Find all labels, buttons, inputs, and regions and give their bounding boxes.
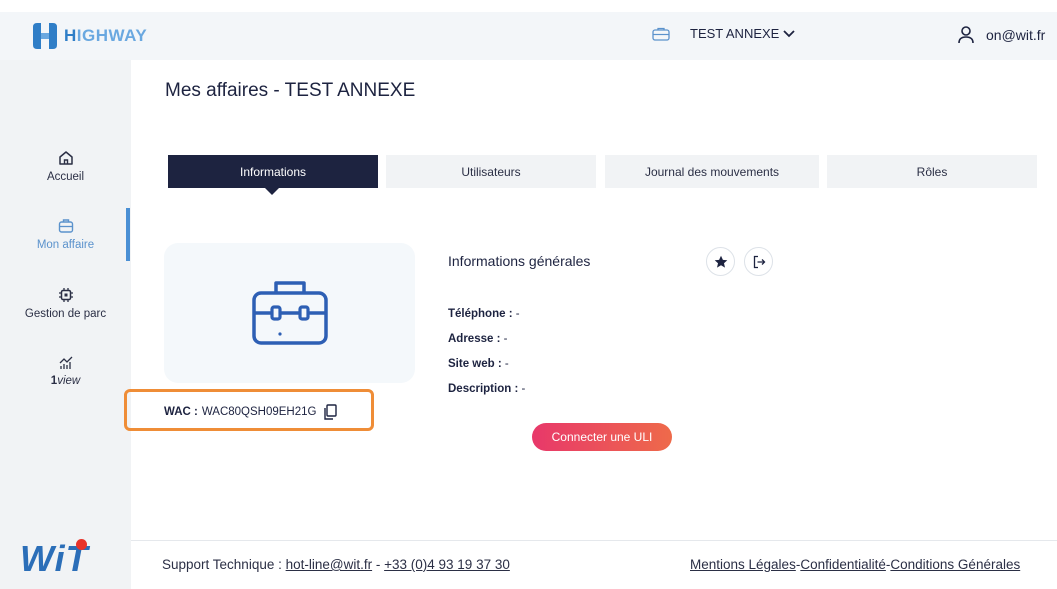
support-email-link[interactable]: hot-line@wit.fr	[286, 557, 372, 572]
page-title: Mes affaires - TEST ANNEXE	[165, 80, 416, 101]
home-icon	[58, 151, 73, 165]
connect-uli-button[interactable]: Connecter une ULI	[532, 423, 672, 451]
top-header: HIGHWAY TEST ANNEXE on@wit.fr	[0, 12, 1057, 60]
briefcase-icon	[652, 27, 670, 41]
highway-logo-icon	[33, 23, 57, 49]
favorite-button[interactable]	[706, 247, 735, 276]
footer-divider	[131, 540, 1057, 541]
sidebar-item-label: Gestion de parc	[24, 308, 107, 320]
field-adresse: Adresse : -	[448, 333, 508, 345]
chevron-down-icon	[783, 29, 795, 37]
footer-links: Mentions Légales-Confidentialité-Conditi…	[690, 557, 1021, 572]
star-icon	[714, 255, 727, 268]
sidebar-item-1view[interactable]: 1view	[0, 354, 131, 387]
tab-informations[interactable]: Informations	[168, 155, 378, 188]
footer-separator: -	[375, 557, 381, 572]
user-icon	[958, 26, 974, 44]
active-tab-caret	[265, 188, 279, 195]
briefcase-icon	[251, 281, 328, 345]
sidebar-item-accueil[interactable]: Accueil	[0, 150, 131, 183]
affaire-selector-label: TEST ANNEXE	[690, 26, 780, 41]
copy-icon[interactable]	[322, 404, 338, 420]
wac-code: WAC : WAC80QSH09EH21G	[164, 404, 338, 420]
affaire-selector[interactable]: TEST ANNEXE	[652, 26, 795, 41]
briefcase-icon	[58, 219, 73, 233]
highway-logo-text: HIGHWAY	[64, 26, 148, 45]
support-label: Support Technique :	[162, 557, 282, 572]
exit-affaire-button[interactable]	[744, 247, 773, 276]
sidebar-item-mon-affaire[interactable]: Mon affaire	[0, 218, 131, 251]
footer-support: Support Technique : hot-line@wit.fr - +3…	[162, 557, 510, 572]
wit-logo-dot	[76, 539, 87, 550]
tab-roles[interactable]: Rôles	[827, 155, 1037, 188]
wac-label: WAC :	[164, 406, 198, 418]
logout-icon	[753, 255, 765, 268]
user-email: on@wit.fr	[986, 27, 1046, 43]
sidebar-item-label: Accueil	[46, 171, 85, 183]
sidebar-item-gestion-de-parc[interactable]: Gestion de parc	[0, 287, 131, 320]
highway-logo[interactable]: HIGHWAY	[30, 21, 147, 51]
tab-journal-des-mouvements[interactable]: Journal des mouvements	[605, 155, 819, 188]
chip-icon	[58, 288, 73, 302]
field-site-web: Site web : -	[448, 358, 509, 370]
support-phone-link[interactable]: +33 (0)4 93 19 37 30	[384, 557, 510, 572]
conditions-generales-link[interactable]: Conditions Générales	[890, 557, 1020, 572]
chart-icon	[59, 356, 72, 369]
affaire-image-card	[164, 243, 415, 383]
mentions-legales-link[interactable]: Mentions Légales	[690, 557, 796, 572]
sidebar-item-label: 1view	[50, 375, 81, 387]
wac-value: WAC80QSH09EH21G	[201, 406, 317, 418]
field-telephone: Téléphone : -	[448, 308, 520, 320]
active-indicator	[126, 208, 130, 261]
field-description: Description : -	[448, 383, 526, 395]
info-section-title: Informations générales	[448, 253, 591, 269]
user-menu[interactable]: on@wit.fr	[958, 26, 1045, 44]
sidebar: Accueil Mon affaire Gestion de parc 1vie…	[0, 60, 131, 589]
sidebar-item-label: Mon affaire	[36, 239, 95, 251]
tab-utilisateurs[interactable]: Utilisateurs	[386, 155, 596, 188]
confidentialite-link[interactable]: Confidentialité	[800, 557, 886, 572]
